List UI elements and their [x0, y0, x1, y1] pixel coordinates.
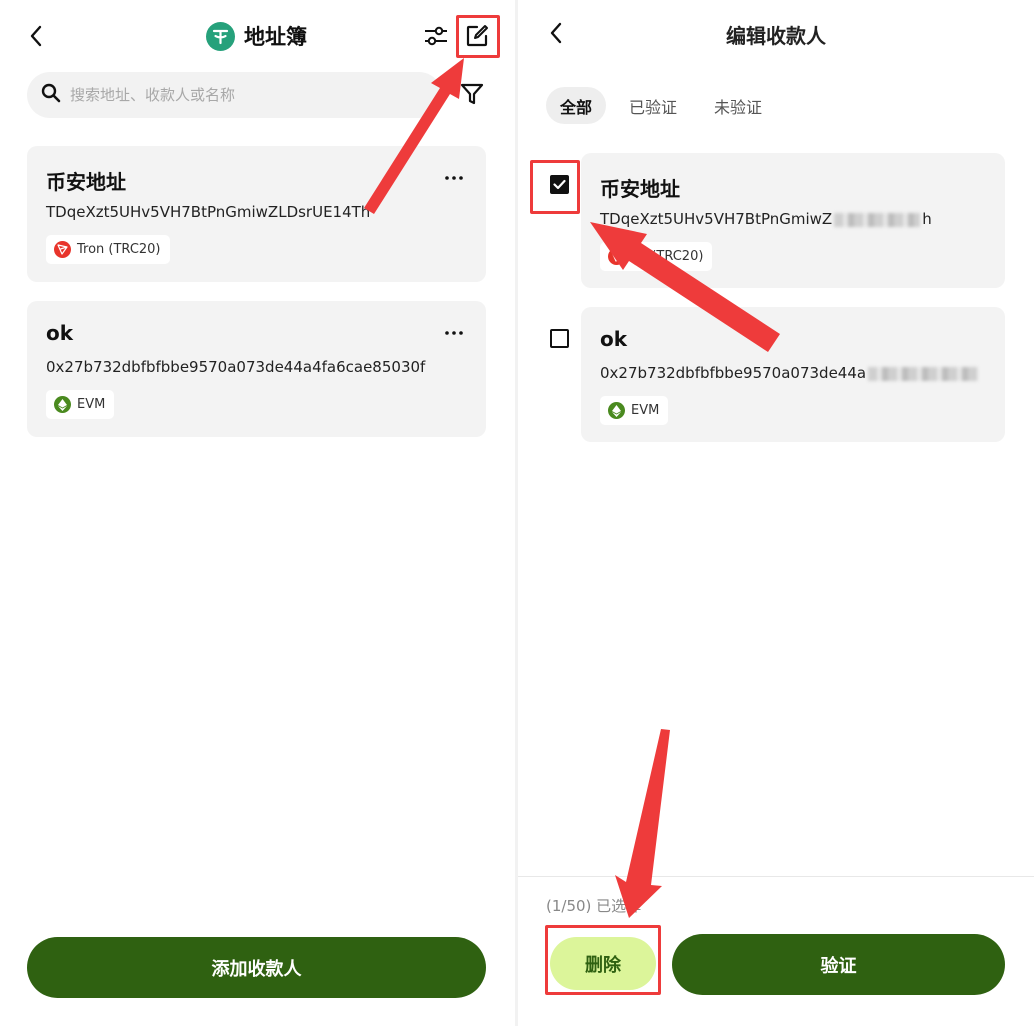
back-icon[interactable] — [26, 24, 46, 48]
search-icon — [41, 83, 61, 107]
address-card[interactable]: 币安地址 TDqeXzt5UHv5VH7BtPnGmiwZ h on (TRC20… — [581, 153, 1005, 288]
tab-verified[interactable]: 已验证 — [615, 87, 691, 124]
ethereum-icon — [54, 396, 71, 413]
address-card[interactable]: 币安地址 TDqeXzt5UHv5VH7BtPnGmiwZLDsrUE14Th … — [27, 146, 486, 282]
address-value: TDqeXzt5UHv5VH7BtPnGmiwZ h — [600, 210, 932, 228]
add-payee-button[interactable]: 添加收款人 — [27, 937, 486, 998]
verify-button[interactable]: 验证 — [672, 934, 1005, 995]
tron-icon — [54, 241, 71, 258]
ethereum-icon — [608, 402, 625, 419]
address-value: 0x27b732dbfbfbbe9570a073de44a4fa6cae8503… — [46, 358, 426, 376]
tab-unverified[interactable]: 未验证 — [700, 87, 776, 124]
network-label: EVM — [631, 403, 660, 418]
address-name: ok — [600, 327, 628, 351]
edit-icon[interactable] — [464, 23, 490, 49]
redacted-text — [868, 366, 979, 381]
page-title: 地址簿 — [244, 25, 307, 49]
network-tag: EVM — [600, 396, 669, 425]
usdt-icon — [206, 21, 235, 51]
footer-divider — [518, 876, 1034, 877]
address-value: 0x27b732dbfbfbbe9570a073de44a — [600, 364, 980, 382]
address-name: ok — [46, 321, 74, 345]
address-book-screen: 地址簿 币安地址 TDqeXzt5UHv5VH7BtPnGmiwZLDsrUE1… — [0, 0, 515, 1026]
network-label: Tron (TRC20) — [77, 242, 161, 257]
select-checkbox[interactable] — [550, 329, 569, 348]
network-tag: Tron (TRC20) — [46, 235, 170, 264]
tab-all[interactable]: 全部 — [546, 87, 607, 124]
edit-payee-screen: 编辑收款人 全部 已验证 未验证 币安地址 TDqeXzt5UHv5VH7BtP… — [518, 0, 1034, 1026]
select-checkbox[interactable] — [550, 175, 569, 194]
page-title: 编辑收款人 — [726, 24, 826, 48]
search-input[interactable] — [70, 86, 410, 104]
network-tag: EVM — [46, 390, 115, 419]
address-card[interactable]: ok 0x27b732dbfbfbbe9570a073de44a4fa6cae8… — [27, 301, 486, 437]
network-tag: on (TRC20) — [600, 242, 713, 271]
address-name: 币安地址 — [46, 170, 126, 194]
filter-tabs: 全部 已验证 未验证 — [546, 87, 776, 124]
address-value: TDqeXzt5UHv5VH7BtPnGmiwZLDsrUE14Th — [46, 203, 371, 221]
search-bar[interactable] — [27, 72, 442, 118]
network-label: EVM — [77, 397, 106, 412]
checkmark-icon — [553, 179, 566, 190]
network-label: on (TRC20) — [631, 249, 704, 264]
sliders-icon[interactable] — [422, 22, 450, 50]
redacted-text — [834, 212, 921, 227]
selected-count: (1/50) 已选择 — [546, 897, 642, 915]
delete-button[interactable]: 删除 — [550, 937, 656, 990]
address-name: 币安地址 — [600, 177, 680, 201]
page-header: 地址簿 — [206, 20, 307, 52]
filter-icon[interactable] — [460, 82, 484, 106]
more-icon[interactable] — [444, 323, 464, 343]
address-card[interactable]: ok 0x27b732dbfbfbbe9570a073de44a EVM — [581, 307, 1005, 442]
tron-icon — [608, 248, 625, 265]
more-icon[interactable] — [444, 168, 464, 188]
